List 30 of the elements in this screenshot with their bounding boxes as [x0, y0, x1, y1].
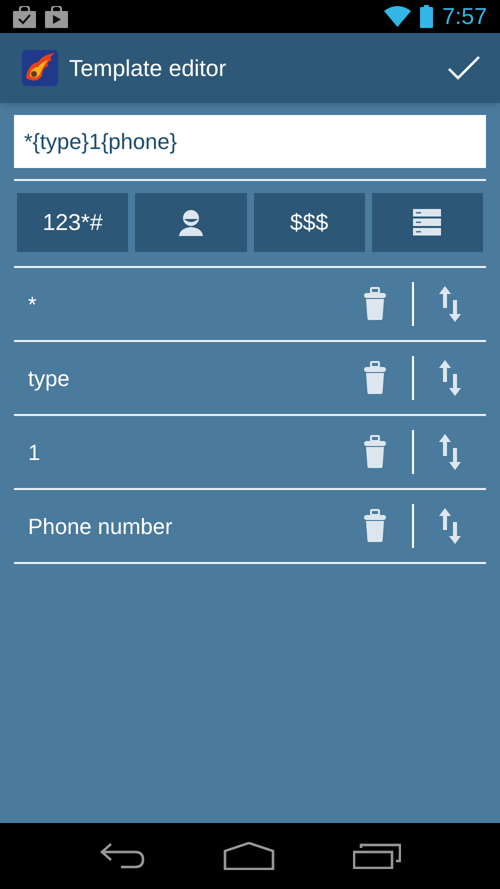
shopping-bag-check-icon: [13, 6, 36, 28]
insert-button[interactable]: 123*#: [17, 193, 128, 252]
window-title: Template editor: [69, 54, 226, 83]
insert-button[interactable]: [135, 193, 246, 252]
trash-icon[interactable]: [363, 361, 387, 395]
trash-icon[interactable]: [363, 509, 387, 543]
trash-icon[interactable]: [363, 435, 387, 469]
battery-icon: [420, 5, 434, 28]
app-logo-icon: [22, 50, 58, 86]
home-icon[interactable]: [223, 842, 275, 870]
wifi-icon: [384, 6, 412, 27]
item-label: type: [27, 364, 71, 393]
shopping-bag-play-icon: [45, 6, 68, 28]
person-icon: [178, 209, 204, 236]
insert-button[interactable]: $$$: [254, 193, 365, 252]
reorder-arrows-icon[interactable]: [439, 434, 461, 470]
trash-icon[interactable]: [363, 287, 387, 321]
item-label: *: [27, 290, 38, 318]
insert-button[interactable]: [372, 193, 483, 252]
reorder-arrows-icon[interactable]: [439, 508, 461, 544]
reorder-arrows-icon[interactable]: [439, 286, 461, 322]
status-time: 7:57: [442, 5, 487, 28]
item-label: 1: [27, 438, 42, 466]
recent-apps-icon[interactable]: [353, 843, 401, 869]
back-icon[interactable]: [99, 842, 145, 870]
template-field[interactable]: *{type}1{phone}: [14, 115, 486, 168]
item-label: Phone number: [27, 512, 174, 540]
list-icon: [413, 209, 442, 236]
reorder-arrows-icon[interactable]: [439, 360, 461, 396]
checkmark-icon[interactable]: [448, 56, 480, 80]
